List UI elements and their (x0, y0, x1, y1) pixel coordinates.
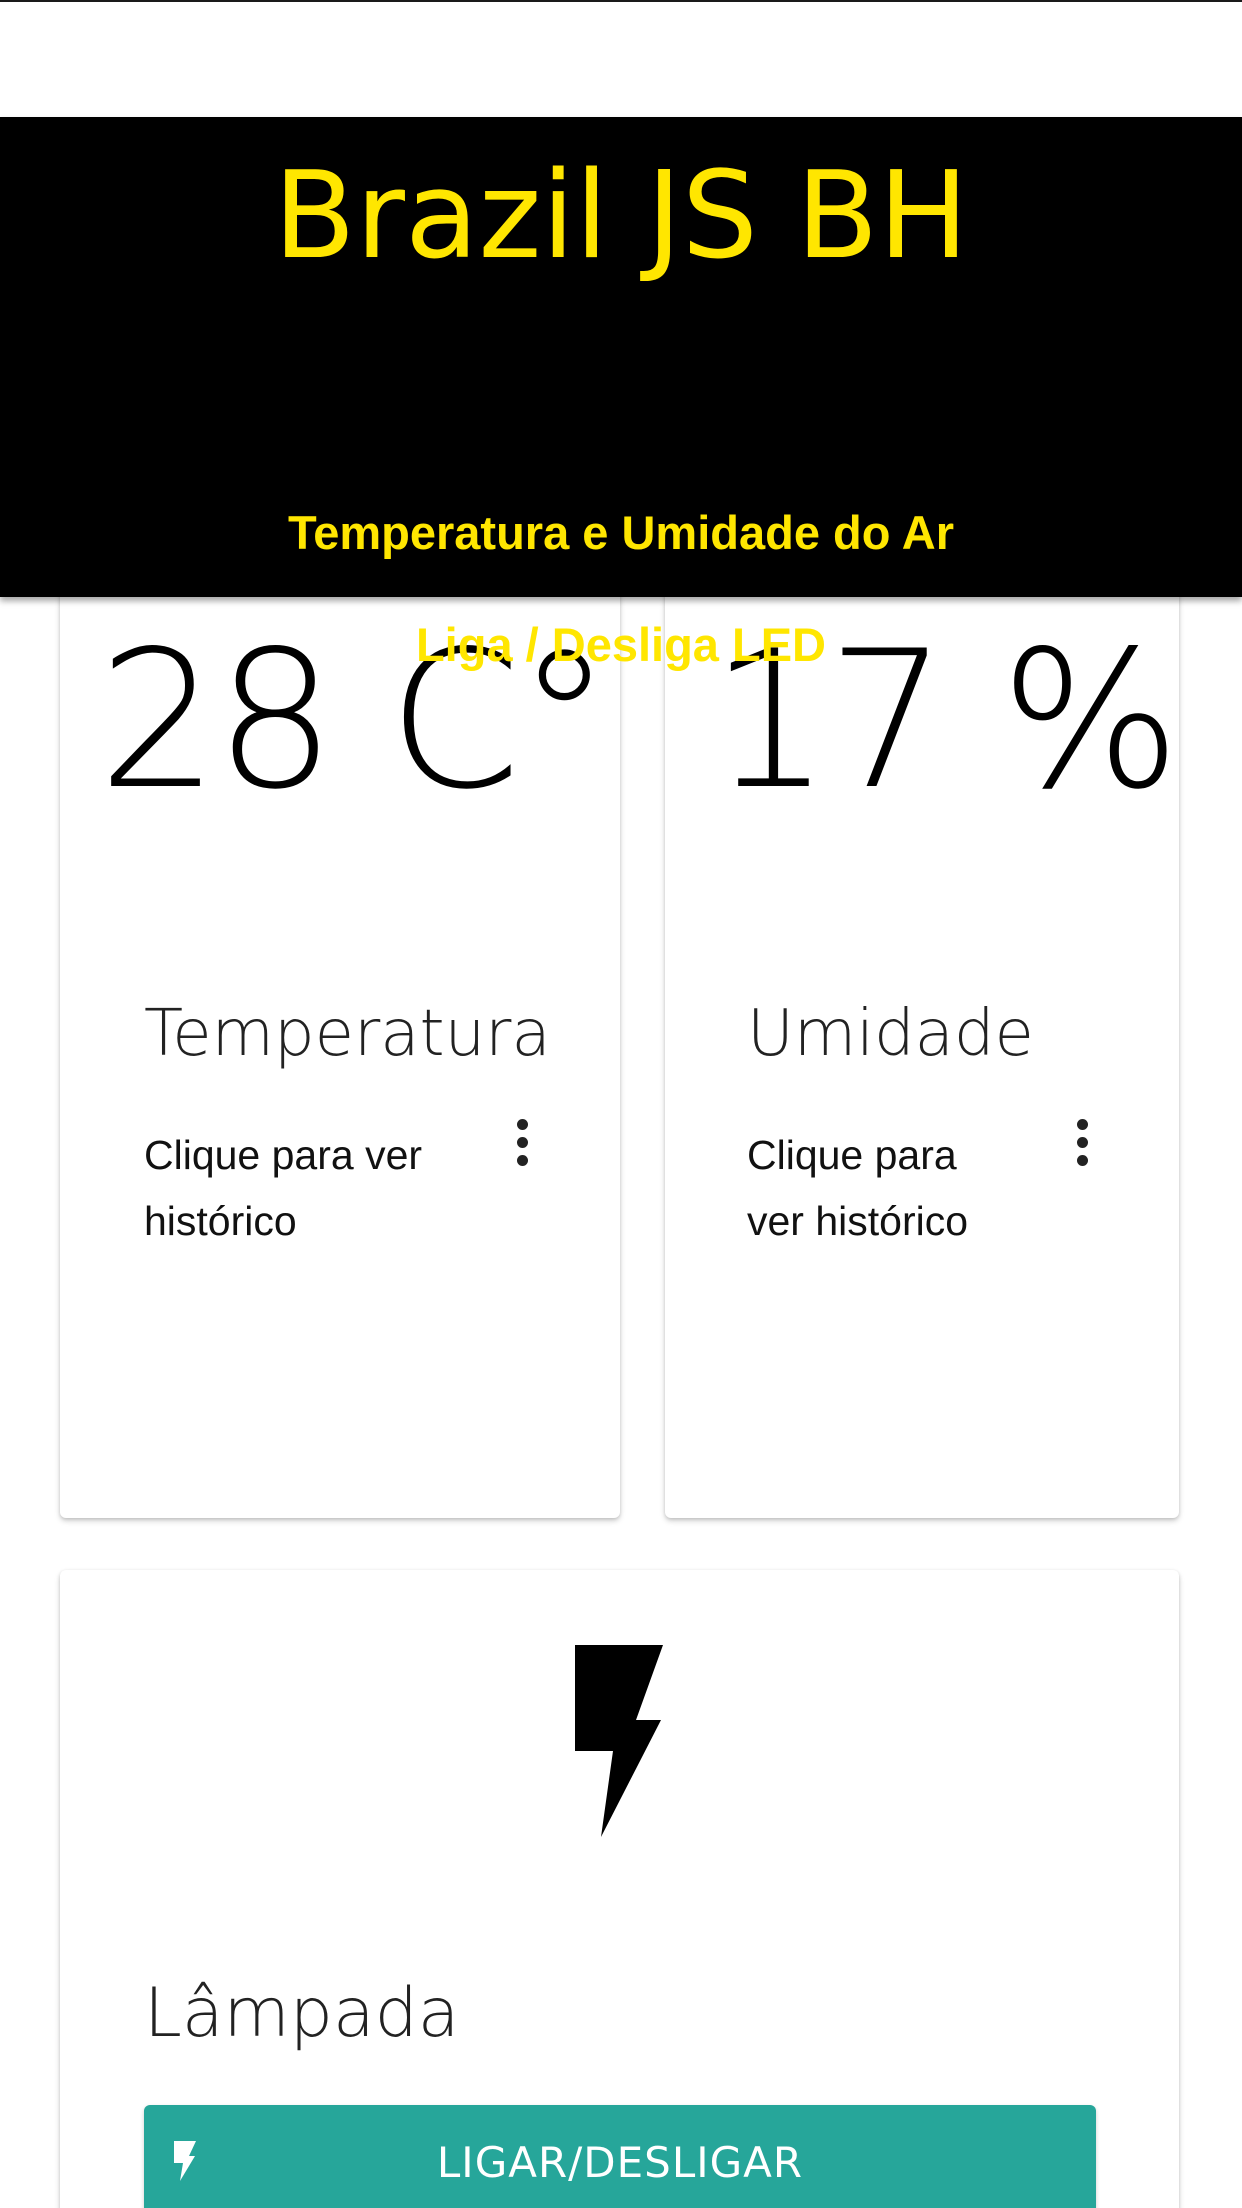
humidity-card[interactable]: 17 % Umidade Clique para ver histórico (665, 560, 1181, 1518)
humidity-title: Umidade (747, 997, 1034, 1071)
temperature-card[interactable]: 28 C° Temperatura Clique para ver histór… (60, 560, 620, 1518)
more-vert-icon[interactable] (1062, 1107, 1102, 1177)
menu-dot (516, 1136, 528, 1148)
more-vert-icon[interactable] (502, 1107, 542, 1177)
flash-on-icon (575, 1645, 663, 1837)
nav-link-led-toggle[interactable]: Liga / Desliga LED (0, 617, 1242, 673)
top-border (0, 0, 1242, 2)
humidity-subtitle-line-1: Clique para (747, 1132, 957, 1178)
nav-link-temperature-humidity[interactable]: Temperatura e Umidade do Ar (0, 505, 1242, 561)
temperature-subtitle[interactable]: Clique para ver histórico (144, 1122, 422, 1254)
menu-dot (1076, 1154, 1088, 1166)
menu-dot (1076, 1118, 1088, 1130)
temperature-subtitle-line-1: Clique para ver (144, 1132, 423, 1178)
app-header: Brazil JS BH Temperatura e Umidade do Ar… (0, 117, 1242, 671)
temperature-subtitle-line-2: histórico (144, 1198, 297, 1244)
humidity-subtitle-line-2: ver histórico (747, 1198, 969, 1244)
lamp-card: Lâmpada LIGAR/DESLIGAR (60, 1570, 1179, 2208)
menu-dot (516, 1154, 528, 1166)
menu-dot (516, 1118, 528, 1130)
menu-dot (1076, 1136, 1088, 1148)
toggle-lamp-button-label: LIGAR/DESLIGAR (436, 2138, 804, 2187)
app-page: 28 C° Temperatura Clique para ver histór… (0, 0, 1242, 2208)
humidity-subtitle[interactable]: Clique para ver histórico (747, 1122, 968, 1254)
toggle-lamp-button[interactable]: LIGAR/DESLIGAR (144, 2105, 1096, 2208)
app-title: Brazil JS BH (273, 147, 969, 286)
lamp-title: Lâmpada (144, 1974, 460, 2053)
temperature-title: Temperatura (144, 997, 551, 1071)
